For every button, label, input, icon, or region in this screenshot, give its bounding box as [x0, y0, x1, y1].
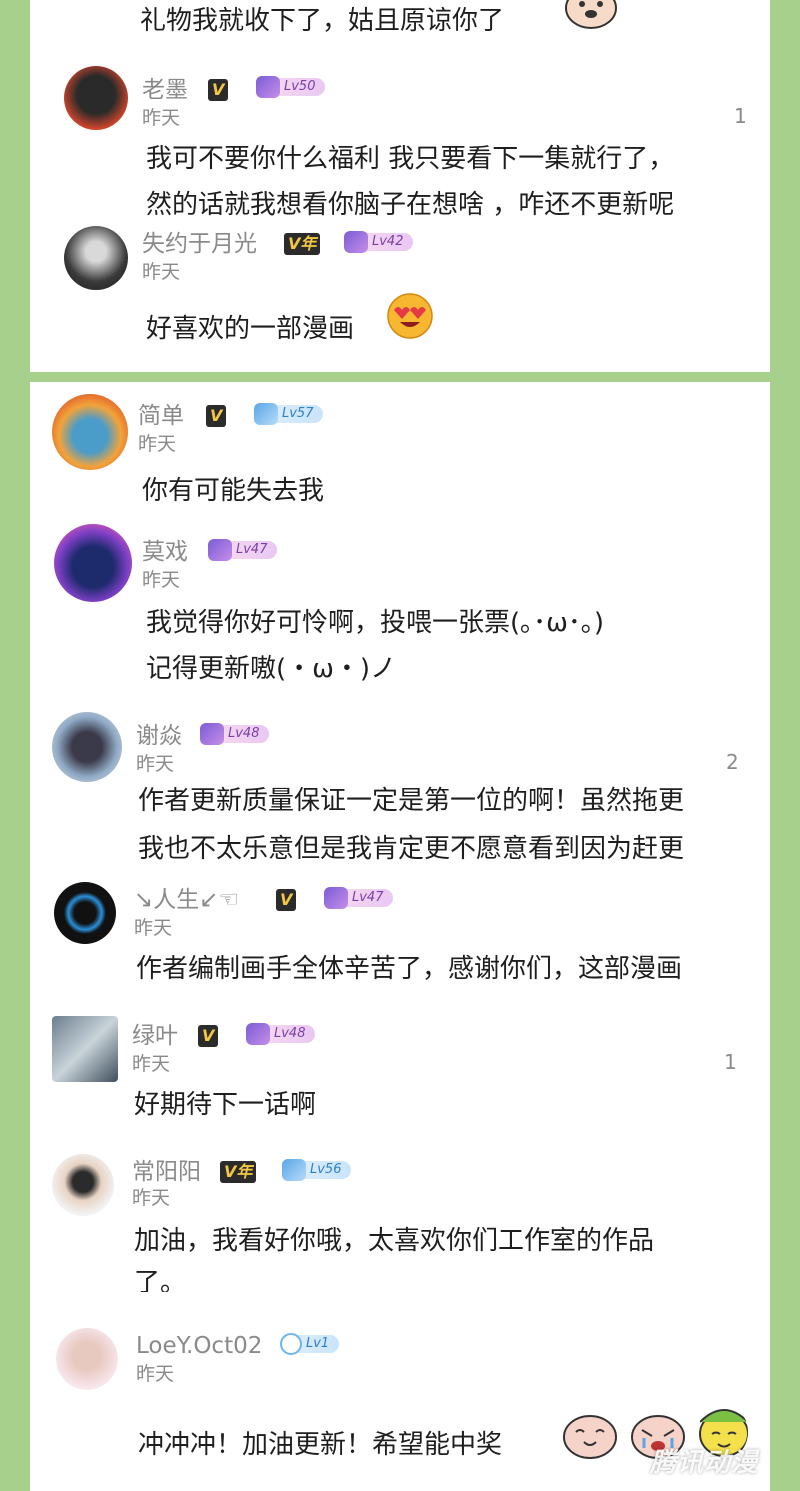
comment-date: 昨天 — [142, 107, 181, 129]
vip-badge: V — [208, 79, 229, 101]
comment-text: 记得更新嗷(・ω・)ノ — [146, 654, 397, 684]
comment-text: 你有可能失去我 — [142, 476, 325, 506]
username[interactable]: 失约于月光 — [142, 230, 257, 258]
comment-date: 昨天 — [142, 569, 181, 591]
username[interactable]: 常阳阳 — [132, 1158, 201, 1186]
username[interactable]: 老墨 — [142, 76, 188, 104]
level-badge: Lv50 — [256, 76, 326, 98]
comment-text: 了。 — [134, 1268, 187, 1292]
level-label: Lv47 — [344, 889, 394, 907]
vip-badge: V年 — [220, 1161, 257, 1183]
level-label: Lv47 — [228, 541, 278, 559]
comment-date: 昨天 — [142, 261, 181, 283]
level-label: Lv56 — [302, 1161, 352, 1179]
comment-date: 昨天 — [134, 917, 173, 939]
comment-text: 作者更新质量保证一定是第一位的啊！虽然拖更 — [138, 786, 685, 816]
level-badge: Lv56 — [282, 1159, 352, 1181]
comment-date: 昨天 — [132, 1187, 171, 1209]
level-label: Lv48 — [266, 1025, 316, 1043]
avatar[interactable] — [64, 226, 128, 290]
level-badge: Lv48 — [200, 723, 270, 745]
vip-badge: V — [206, 405, 227, 427]
level-icon — [282, 1159, 306, 1181]
level-badge: Lv48 — [246, 1023, 316, 1045]
avatar[interactable] — [52, 712, 122, 782]
username[interactable]: 绿叶 — [132, 1022, 178, 1050]
level-label: Lv57 — [274, 405, 324, 423]
username[interactable]: 谢焱 — [136, 722, 182, 750]
level-badge: Lv47 — [208, 539, 278, 561]
comment-text: 好喜欢的一部漫画 — [146, 314, 355, 344]
avatar[interactable] — [52, 1154, 114, 1216]
comment-date: 昨天 — [136, 753, 175, 775]
avatar[interactable] — [54, 882, 116, 944]
level-label: Lv1 — [298, 1335, 340, 1353]
avatar[interactable] — [54, 524, 132, 602]
comment-text: 作者编制画手全体辛苦了，感谢你们，这部漫画 — [136, 954, 683, 984]
level-label: Lv50 — [276, 78, 326, 96]
level-badge: Lv57 — [254, 403, 324, 425]
dog-face-emoji — [565, 0, 617, 29]
vip-badge: V — [198, 1025, 219, 1047]
level-icon — [256, 76, 280, 98]
comment-text: 礼物我就收下了，姑且原谅你了 — [140, 6, 505, 36]
comment-panel-top: 礼物我就收下了，姑且原谅你了 老墨 V Lv50 昨天 1 我可不要你什么福利 … — [30, 0, 770, 372]
level-icon — [254, 403, 278, 425]
comment-panel-bottom: 简单 V Lv57 昨天 你有可能失去我 莫戏 Lv47 昨天 我觉得你好可怜啊… — [30, 382, 770, 1491]
comment-text: 然的话就我想看你脑子在想啥 ，咋还不更新呢 — [146, 190, 675, 220]
level-icon — [200, 723, 224, 745]
avatar[interactable] — [56, 1328, 118, 1390]
level-label: Lv48 — [220, 725, 270, 743]
level-icon — [344, 231, 368, 253]
level-badge: Lv1 — [280, 1333, 340, 1355]
comment-text: 我觉得你好可怜啊，投喂一张票(｡･ω･｡) — [146, 608, 605, 638]
comment-text: 我可不要你什么福利 我只要看下一集就行了， — [146, 144, 675, 174]
vip-badge: V年 — [284, 233, 321, 255]
username[interactable]: 莫戏 — [142, 538, 188, 566]
level-label: Lv42 — [364, 233, 414, 251]
smiling-face-emoji — [563, 1415, 617, 1459]
avatar[interactable] — [52, 394, 128, 470]
watermark-logo: 腾讯动漫 — [649, 1448, 758, 1478]
level-icon — [246, 1023, 270, 1045]
heart-eyes-emoji — [387, 293, 433, 339]
comment-text: 好期待下一话啊 — [134, 1090, 317, 1120]
comment-date: 昨天 — [132, 1053, 171, 1075]
avatar[interactable] — [64, 66, 128, 130]
like-count[interactable]: 1 — [724, 1050, 737, 1074]
comment-text: 我也不太乐意但是我肯定更不愿意看到因为赶更 — [138, 834, 685, 864]
vip-badge: V — [276, 889, 297, 911]
like-count[interactable]: 2 — [726, 750, 739, 774]
level-badge: Lv47 — [324, 887, 394, 909]
username[interactable]: 简单 — [138, 402, 184, 430]
level-icon — [208, 539, 232, 561]
like-count[interactable]: 1 — [734, 104, 747, 128]
avatar[interactable] — [52, 1016, 118, 1082]
comment-text: 冲冲冲！加油更新！希望能中奖 — [138, 1430, 503, 1460]
username[interactable]: ↘人生↙☜ — [134, 886, 239, 914]
level-icon — [324, 887, 348, 909]
comment-date: 昨天 — [136, 1363, 175, 1385]
level-icon — [280, 1333, 302, 1355]
level-badge: Lv42 — [344, 231, 414, 253]
username[interactable]: LoeY.Oct02 — [136, 1332, 262, 1360]
comment-date: 昨天 — [138, 433, 177, 455]
comment-text: 加油，我看好你哦，太喜欢你们工作室的作品 — [134, 1226, 655, 1256]
